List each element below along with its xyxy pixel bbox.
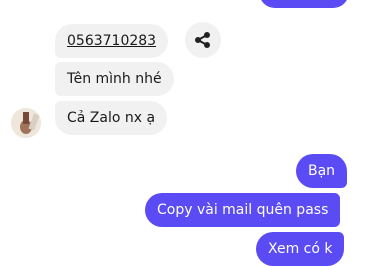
contact-avatar[interactable] xyxy=(11,108,41,138)
avatar-image xyxy=(11,108,41,138)
outgoing-message-xem-co-k[interactable]: Xem có k xyxy=(256,232,345,266)
incoming-message-zalo[interactable]: Cả Zalo nx ạ xyxy=(55,101,168,135)
outgoing-message-ban[interactable]: Bạn xyxy=(296,154,348,188)
previous-outgoing-message-bubble[interactable] xyxy=(259,0,349,8)
share-icon xyxy=(195,32,210,48)
incoming-message-name[interactable]: Tên mình nhé xyxy=(55,62,174,96)
share-button[interactable] xyxy=(185,22,221,58)
incoming-message-phone-number[interactable]: 0563710283 xyxy=(55,24,169,58)
outgoing-message-copy-mail[interactable]: Copy vài mail quên pass xyxy=(145,193,341,227)
